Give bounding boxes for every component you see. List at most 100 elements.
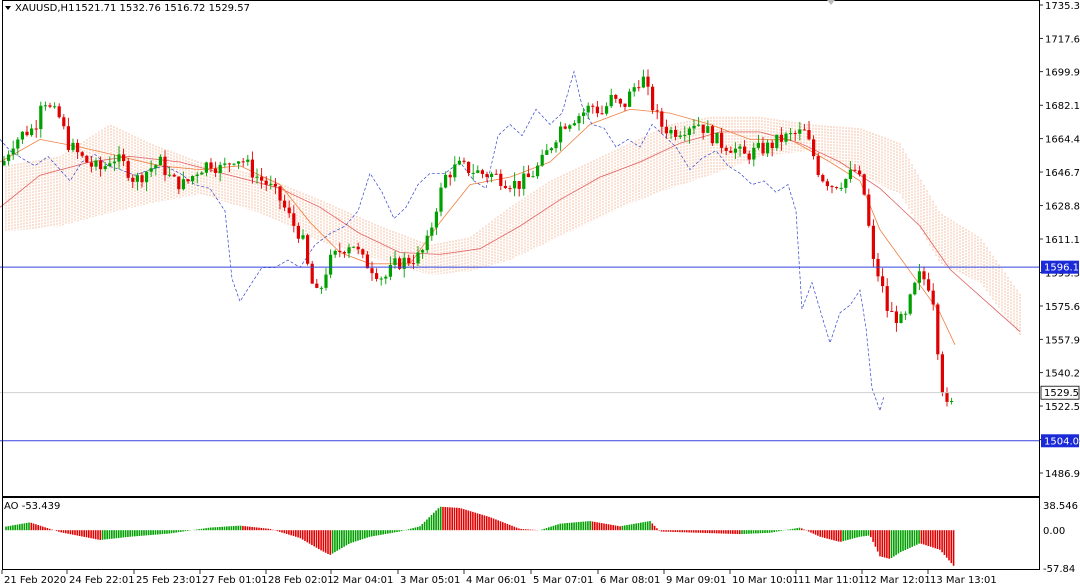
candle-body — [430, 227, 434, 236]
candle-body — [572, 123, 576, 126]
chart-header: XAUUSD,H1 1521.71 1532.76 1516.72 1529.5… — [5, 3, 250, 14]
candle-body — [163, 156, 167, 176]
candle-body — [103, 166, 107, 170]
candle-body — [218, 164, 222, 173]
candle-body — [508, 188, 512, 190]
time-tick-label: 27 Feb 01:01 — [202, 575, 268, 586]
candle-body — [453, 164, 457, 178]
candle-body — [365, 254, 369, 269]
price-tag-lower-label: 1504.05 — [1044, 436, 1080, 447]
candle-body — [766, 142, 770, 154]
candle-body — [894, 311, 898, 323]
candle-body — [871, 225, 875, 259]
candle-body — [80, 152, 84, 156]
candle-body — [917, 271, 921, 283]
candle-body — [554, 142, 558, 149]
candle-body — [931, 290, 935, 305]
candle-body — [306, 235, 310, 264]
price-tick-label: 1664.40 — [1045, 135, 1080, 146]
candle-body — [53, 106, 57, 108]
candle-body — [434, 211, 438, 228]
price-tick-label: 1735.35 — [1045, 1, 1080, 12]
candle-body — [283, 200, 287, 208]
price-tag-lower: 1504.05 — [1041, 434, 1080, 448]
candle-body — [43, 105, 47, 107]
candle-body — [370, 268, 374, 274]
candle-body — [793, 133, 797, 135]
candle-body — [260, 176, 264, 181]
price-tag-current: 1529.57 — [1040, 385, 1080, 400]
candle-body — [715, 132, 719, 144]
candle-body — [591, 105, 595, 107]
candle-body — [214, 168, 218, 173]
candle-body — [361, 249, 365, 255]
candle-body — [816, 156, 820, 176]
candle-body — [779, 134, 783, 142]
candle-body — [559, 126, 563, 143]
candle-body — [545, 150, 549, 155]
time-tick-label: 11 Mar 11:01 — [798, 575, 865, 586]
candle-body — [802, 129, 806, 131]
candle-body — [99, 160, 103, 170]
candle-body — [25, 131, 29, 136]
candle-body — [789, 133, 793, 135]
candle-body — [623, 103, 627, 107]
candle-body — [223, 163, 227, 165]
candle-body — [416, 252, 420, 264]
candle-body — [135, 175, 139, 182]
candle-body — [618, 98, 622, 104]
candle-body — [126, 161, 130, 178]
candle-body — [246, 159, 250, 162]
candle-body — [356, 246, 360, 250]
candle-body — [273, 183, 277, 187]
candle-body — [490, 173, 494, 178]
candle-body — [411, 263, 415, 265]
candle-body — [582, 112, 586, 117]
candle-body — [89, 162, 93, 167]
symbol-label: XAUUSD,H1 — [15, 3, 74, 14]
candle-body — [485, 173, 489, 178]
candle-body — [710, 126, 714, 144]
candle-body — [752, 147, 756, 160]
candle-body — [687, 128, 691, 136]
candle-body — [830, 186, 834, 188]
candle-body — [494, 173, 498, 175]
price-tag-upper-label: 1596.19 — [1044, 263, 1080, 274]
candle-body — [467, 161, 471, 173]
candle-body — [526, 173, 530, 178]
candle-body — [30, 128, 34, 136]
candle-body — [145, 171, 149, 183]
candle-body — [34, 128, 38, 130]
candle-body — [536, 165, 540, 177]
price-tick-label: 1717.65 — [1045, 34, 1080, 45]
candle-body — [632, 87, 636, 92]
candle-body — [549, 148, 553, 151]
price-tick-label: 1699.95 — [1045, 68, 1080, 79]
candle-body — [867, 194, 871, 226]
candle-body — [563, 126, 567, 129]
candle-body — [20, 131, 24, 140]
candle-body — [733, 148, 737, 153]
candle-body — [885, 286, 889, 311]
candle-body — [255, 176, 259, 178]
candle-body — [122, 154, 126, 162]
candle-body — [421, 250, 425, 253]
candle-body — [48, 105, 52, 107]
candle-body — [950, 400, 954, 402]
price-tick-label: 1540.20 — [1045, 369, 1080, 380]
time-tick-label: 2 Mar 04:01 — [333, 575, 393, 586]
candle-body — [724, 147, 728, 151]
candle-body — [720, 132, 724, 148]
candle-body — [848, 169, 852, 180]
candle-body — [227, 163, 231, 165]
candle-body — [241, 161, 245, 163]
candle-body — [862, 174, 866, 195]
candle-body — [342, 252, 346, 254]
candle-body — [85, 155, 89, 163]
trading-chart[interactable]: 1735.35 1717.65 1699.95 1682.15 1664.40 1646.… — [0, 0, 1080, 586]
candle-body — [881, 276, 885, 287]
price-tick-label: 1646.70 — [1045, 168, 1080, 179]
candle-body — [904, 313, 908, 315]
candle-body — [457, 160, 461, 165]
candle-body — [237, 161, 241, 164]
